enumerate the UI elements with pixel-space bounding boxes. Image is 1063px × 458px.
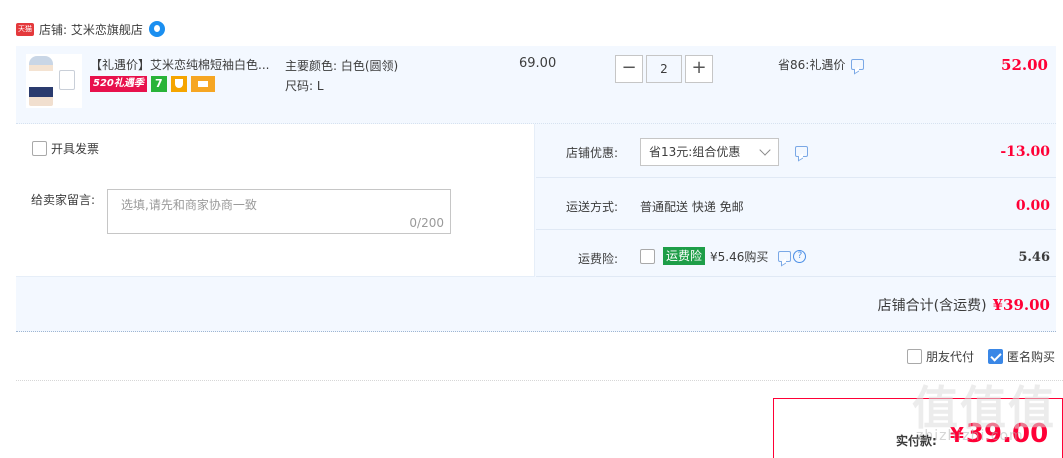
friend-pay-label: 朋友代付 bbox=[925, 350, 974, 364]
friend-pay-checkbox[interactable] bbox=[906, 349, 922, 364]
friend-pay-option[interactable]: 朋友代付 bbox=[906, 348, 974, 365]
shipping-row: 运送方式: 普通配送 快递 免邮 0.00 bbox=[536, 178, 1056, 230]
insurance-row: 运费险: 运费险 ¥5.46购买 ? 5.46 bbox=[536, 230, 1056, 277]
insurance-message-icon[interactable] bbox=[778, 250, 792, 262]
insurance-tag: 运费险 bbox=[663, 247, 706, 265]
item-subtotal: 52.00 bbox=[1001, 56, 1048, 74]
seven-day-return-icon: 7 bbox=[150, 76, 167, 92]
payment-summary: 实付款: ¥39.00 bbox=[773, 398, 1063, 458]
chevron-down-icon bbox=[759, 144, 771, 156]
anonymous-checkbox[interactable] bbox=[987, 349, 1003, 364]
promo-row: 店铺优惠: 省13元:组合优惠 -13.00 bbox=[536, 124, 1056, 178]
promo-label: 店铺优惠: bbox=[565, 146, 618, 160]
shop-name-link[interactable]: 店铺: 艾米恋旗舰店 bbox=[39, 21, 143, 38]
wangwang-chat-icon[interactable] bbox=[148, 21, 165, 37]
payment-label: 实付款: bbox=[896, 434, 937, 448]
anonymous-option[interactable]: 匿名购买 bbox=[987, 348, 1055, 365]
product-badges: 520礼遇季 7 bbox=[90, 76, 215, 92]
cart-item-row: 【礼遇价】艾米恋纯棉短袖白色... 520礼遇季 7 主要颜色: 白色(圆领) … bbox=[16, 46, 1056, 124]
promo-value: 省13元:组合优惠 bbox=[649, 145, 741, 159]
promo-520-badge: 520礼遇季 bbox=[90, 76, 147, 92]
unit-price: 69.00 bbox=[519, 56, 557, 71]
help-question-icon[interactable]: ? bbox=[793, 249, 807, 263]
shipping-label: 运送方式: bbox=[565, 200, 618, 214]
quantity-increase-button[interactable]: + bbox=[685, 55, 713, 83]
checkout-options: 朋友代付 匿名购买 bbox=[893, 348, 1055, 365]
message-icon[interactable] bbox=[851, 59, 865, 70]
memo-placeholder: 选填,请先和商家协商一致 bbox=[121, 198, 257, 212]
shipping-amount: 0.00 bbox=[1015, 198, 1050, 214]
saving-text: 省86:礼遇价 bbox=[778, 58, 846, 72]
insurance-price: ¥5.46购买 bbox=[710, 249, 769, 264]
guarantee-shield-icon bbox=[170, 76, 187, 92]
product-title-link[interactable]: 【礼遇价】艾米恋纯棉短袖白色... bbox=[90, 56, 280, 73]
product-shirt-image bbox=[59, 70, 75, 90]
anonymous-label: 匿名购买 bbox=[1006, 350, 1055, 364]
shop-total-amount: ¥39.00 bbox=[992, 296, 1050, 314]
credit-card-icon bbox=[190, 76, 215, 92]
sku-color: 主要颜色: 白色(圆领) bbox=[285, 59, 399, 73]
product-thumbnail[interactable] bbox=[26, 54, 82, 108]
memo-textarea[interactable]: 选填,请先和商家协商一致 0/200 bbox=[107, 189, 451, 234]
shop-total: 店铺合计(含运费) ¥39.00 bbox=[878, 295, 1050, 315]
insurance-checkbox[interactable] bbox=[640, 248, 655, 264]
shop-total-label: 店铺合计(含运费) bbox=[877, 298, 987, 314]
quantity-input[interactable]: 2 bbox=[646, 55, 682, 83]
product-sku: 主要颜色: 白色(圆领) 尺码: L bbox=[285, 56, 398, 96]
saving-info: 省86:礼遇价 bbox=[778, 56, 865, 73]
sku-size: 尺码: L bbox=[285, 79, 324, 93]
shipping-value: 普通配送 快递 免邮 bbox=[640, 200, 744, 214]
invoice-label: 开具发票 bbox=[51, 142, 100, 156]
order-left-panel: 开具发票 给卖家留言: 选填,请先和商家协商一致 0/200 bbox=[16, 124, 535, 277]
quantity-stepper: − 2 + bbox=[615, 55, 713, 83]
promo-message-icon[interactable] bbox=[795, 146, 808, 157]
memo-label: 给卖家留言: bbox=[31, 193, 96, 207]
memo-char-count: 0/200 bbox=[409, 216, 444, 230]
insurance-option[interactable]: 运费险 ¥5.46购买 ? bbox=[640, 247, 807, 265]
promo-amount: -13.00 bbox=[1000, 144, 1050, 160]
section-divider bbox=[16, 380, 1063, 381]
payment-amount-value: 39.00 bbox=[965, 419, 1049, 449]
promo-select[interactable]: 省13元:组合优惠 bbox=[640, 138, 779, 166]
insurance-amount: 5.46 bbox=[1018, 250, 1050, 265]
payment-yen: ¥ bbox=[950, 423, 964, 447]
product-model-image bbox=[29, 56, 53, 106]
order-details: 开具发票 给卖家留言: 选填,请先和商家协商一致 0/200 店铺优惠: 省13… bbox=[16, 124, 1056, 332]
quantity-decrease-button[interactable]: − bbox=[615, 55, 643, 83]
tmall-logo-icon: 天猫 bbox=[16, 22, 34, 36]
insurance-label: 运费险: bbox=[577, 252, 618, 266]
invoice-option[interactable]: 开具发票 bbox=[32, 140, 99, 157]
shop-header: 天猫 店铺: 艾米恋旗舰店 bbox=[16, 18, 165, 40]
invoice-checkbox[interactable] bbox=[32, 141, 47, 156]
payment-amount: ¥39.00 bbox=[950, 419, 1048, 449]
